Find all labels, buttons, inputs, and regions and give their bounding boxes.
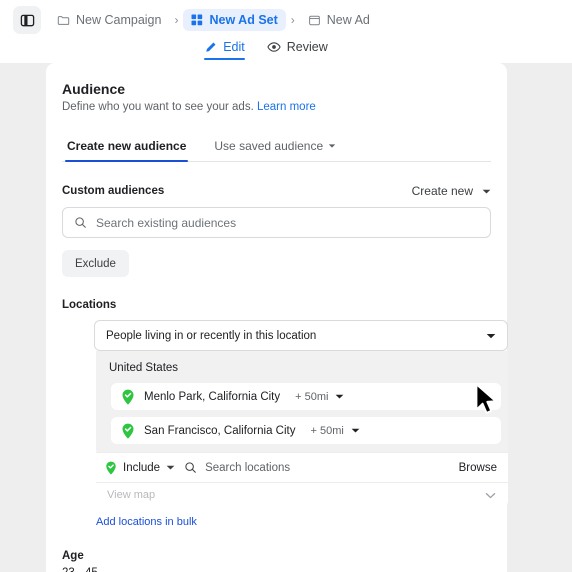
include-dropdown[interactable]: Include: [105, 461, 175, 475]
location-mode-value: People living in or recently in this loc…: [106, 329, 317, 342]
chevron-down-icon: [482, 187, 491, 196]
tab-label: Use saved audience: [214, 139, 324, 153]
location-mode-select[interactable]: People living in or recently in this loc…: [94, 320, 508, 351]
view-map-label: View map: [107, 489, 156, 501]
audience-card: Audience Define who you want to see your…: [46, 63, 508, 572]
learn-more-link[interactable]: Learn more: [257, 101, 316, 113]
green-check-pin-icon: [121, 423, 135, 439]
editor-tabs: Edit Review: [0, 40, 572, 63]
tab-edit[interactable]: Edit: [204, 40, 245, 60]
location-row[interactable]: Menlo Park, California City + 50mi: [111, 383, 501, 410]
search-icon: [74, 216, 87, 229]
location-name: Menlo Park, California City: [144, 390, 281, 403]
location-radius-dropdown[interactable]: + 50mi: [295, 391, 344, 403]
pencil-icon: [204, 41, 217, 54]
subtitle-text: Define who you want to see your ads.: [62, 101, 254, 113]
tab-review[interactable]: Review: [267, 40, 328, 59]
sidebar-panel-icon: [20, 13, 35, 28]
tab-label: Create new audience: [67, 139, 187, 153]
location-row[interactable]: San Francisco, California City + 50mi: [111, 417, 501, 444]
location-name: San Francisco, California City: [144, 424, 296, 437]
locations-search-placeholder: Search locations: [205, 461, 291, 474]
grid-icon: [191, 14, 203, 26]
locations-search-input[interactable]: Search locations: [184, 461, 450, 474]
breadcrumb-label: New Campaign: [76, 13, 162, 27]
tab-label: Review: [286, 40, 328, 54]
custom-audiences-search-input[interactable]: Search existing audiences: [62, 207, 491, 238]
locations-include-row: Include Search locations Browse: [96, 452, 508, 482]
page-subtitle: Define who you want to see your ads. Lea…: [62, 101, 491, 113]
tab-create-new-audience[interactable]: Create new audience: [65, 135, 189, 162]
green-check-pin-icon: [121, 389, 135, 405]
age-value: 23 - 45: [62, 567, 491, 572]
tab-use-saved-audience[interactable]: Use saved audience: [212, 135, 338, 161]
location-radius-value: + 50mi: [295, 390, 329, 403]
chevron-down-icon: [335, 392, 344, 401]
breadcrumb: New Campaign › New Ad Set › New Ad: [49, 9, 378, 31]
search-placeholder: Search existing audiences: [96, 215, 237, 230]
location-country-label: United States: [109, 362, 179, 374]
breadcrumb-item-new-ad-set[interactable]: New Ad Set: [183, 9, 286, 31]
custom-audiences-header: Custom audiences Create new: [62, 184, 491, 198]
page-title: Audience: [62, 81, 126, 97]
breadcrumb-item-new-campaign[interactable]: New Campaign: [49, 9, 169, 31]
exclude-label: Exclude: [75, 257, 116, 270]
view-map-row[interactable]: View map: [96, 482, 508, 507]
locations-label: Locations: [62, 299, 117, 311]
breadcrumb-label: New Ad: [326, 13, 370, 27]
browse-button[interactable]: Browse: [459, 462, 497, 474]
sidebar-toggle-button[interactable]: [13, 6, 41, 34]
chevron-down-icon: [328, 142, 336, 150]
audience-tabs: Create new audience Use saved audience: [62, 135, 491, 162]
location-radius-value: + 50mi: [310, 424, 344, 437]
include-label: Include: [123, 461, 161, 474]
chevron-down-icon: [351, 426, 360, 435]
tab-label: Edit: [223, 40, 245, 54]
locations-panel: United States Menlo Park, California Cit…: [96, 351, 508, 452]
custom-audiences-label: Custom audiences: [62, 185, 165, 197]
chevron-down-icon: [166, 463, 175, 472]
green-check-pin-icon: [105, 461, 117, 475]
breadcrumb-separator: ›: [174, 13, 179, 27]
chevron-down-icon: [486, 331, 496, 341]
create-new-label: Create new: [411, 184, 473, 198]
exclude-button[interactable]: Exclude: [62, 250, 129, 277]
create-new-button[interactable]: Create new: [412, 184, 491, 198]
location-radius-dropdown[interactable]: + 50mi: [310, 424, 360, 437]
breadcrumb-label: New Ad Set: [209, 13, 278, 27]
chevron-down-icon: [484, 489, 497, 502]
add-locations-in-bulk-link[interactable]: Add locations in bulk: [96, 516, 197, 528]
top-bar: New Campaign › New Ad Set › New Ad: [0, 0, 572, 40]
eye-icon: [267, 40, 281, 54]
page-body: Audience Define who you want to see your…: [0, 63, 572, 572]
window-icon: [308, 14, 321, 27]
search-icon: [184, 461, 197, 474]
age-label: Age: [62, 550, 84, 562]
breadcrumb-item-new-ad[interactable]: New Ad: [300, 9, 378, 31]
folder-icon: [57, 14, 70, 27]
breadcrumb-separator: ›: [290, 13, 295, 27]
